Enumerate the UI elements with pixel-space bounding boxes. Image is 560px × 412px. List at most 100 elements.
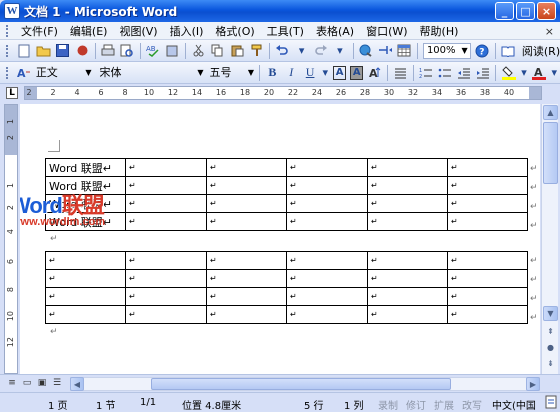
table-cell[interactable]: ↵ [206, 176, 287, 195]
table-1[interactable]: Word 联盟↵ ↵ ↵ ↵ ↵ ↵ Word 联盟↵ ↵ ↵ ↵ ↵ ↵ Word 联盟↵ ↵ ↵ ↵ ↵ ↵ W… [45, 158, 528, 231]
font-color-icon[interactable]: A [532, 65, 547, 81]
chevron-down-icon[interactable]: ▼ [197, 65, 203, 81]
table-cell[interactable]: ↵ [286, 176, 368, 195]
tables-borders-icon[interactable] [378, 43, 393, 59]
table-cell[interactable]: ↵ [367, 194, 448, 213]
print-preview-icon[interactable] [120, 43, 135, 59]
toolbar-grip[interactable] [6, 66, 9, 79]
copy-icon[interactable] [210, 43, 225, 59]
next-page-icon[interactable]: ⇟ [543, 356, 558, 371]
toolbar-grip[interactable] [6, 44, 9, 57]
vertical-scrollbar[interactable]: ▲ ▼ ⇞ ● ⇟ [541, 104, 558, 374]
undo-icon[interactable] [275, 43, 290, 59]
numbering-icon[interactable]: 12 [419, 65, 434, 81]
chevron-down-icon[interactable]: ▼ [85, 65, 91, 81]
table-cell[interactable]: ↵ [367, 269, 448, 288]
table-cell[interactable]: ↵ [286, 158, 368, 177]
menu-view[interactable]: 视图(V) [113, 23, 163, 39]
format-painter-icon[interactable] [249, 43, 264, 59]
menu-edit[interactable]: 编辑(E) [64, 23, 114, 39]
character-shading-icon[interactable]: A [350, 65, 364, 80]
table-cell[interactable]: ↵ [447, 269, 528, 288]
scroll-right-icon[interactable]: ▶ [526, 377, 540, 391]
read-mode-icon[interactable] [501, 43, 516, 59]
chevron-down-icon[interactable]: ▼ [248, 65, 254, 81]
undo-dropdown-icon[interactable]: ▾ [294, 43, 309, 59]
table-cell[interactable]: ↵ [125, 212, 207, 231]
decrease-indent-icon[interactable] [457, 65, 472, 81]
cut-icon[interactable] [191, 43, 206, 59]
vertical-scroll-thumb[interactable] [543, 122, 558, 184]
table-cell[interactable]: ↵ [286, 251, 368, 270]
tab-selector[interactable]: L [6, 87, 18, 99]
bold-button[interactable]: B [265, 65, 280, 81]
table-cell[interactable]: ↵ [206, 194, 287, 213]
table-cell[interactable]: ↵ [367, 176, 448, 195]
chevron-down-icon[interactable]: ▼ [461, 44, 467, 58]
table-cell[interactable]: ↵ [447, 194, 528, 213]
table-cell[interactable]: ↵ [125, 158, 207, 177]
outline-view-icon[interactable]: ☰ [51, 377, 63, 389]
help-icon[interactable]: ? [475, 43, 490, 59]
spelling-status-icon[interactable] [545, 395, 557, 412]
table-cell[interactable]: ↵ [367, 305, 448, 324]
menu-file[interactable]: 文件(F) [15, 23, 64, 39]
underline-dropdown-icon[interactable]: ▾ [322, 65, 329, 81]
status-overtype[interactable]: 改写 [462, 397, 482, 412]
research-icon[interactable] [165, 43, 180, 59]
table-cell[interactable]: ↵ [286, 287, 368, 306]
table-cell[interactable]: ↵ [447, 158, 528, 177]
styles-pane-icon[interactable]: A [17, 65, 32, 81]
menu-insert[interactable]: 插入(I) [164, 23, 210, 39]
zoom-select[interactable]: 100% ▼ [422, 42, 471, 59]
open-folder-icon[interactable] [36, 43, 51, 59]
table-cell[interactable]: ↵ [286, 194, 368, 213]
close-button[interactable]: × [537, 2, 556, 20]
increase-indent-icon[interactable] [476, 65, 491, 81]
web-view-icon[interactable]: ▭ [21, 377, 33, 389]
table-2[interactable]: ↵ ↵ ↵ ↵ ↵ ↵ ↵ ↵ ↵ ↵ ↵ ↵ ↵ ↵ ↵ ↵ ↵ ↵ ↵ ↵ ↵ ↵ ↵ ↵ [45, 251, 528, 324]
maximize-button[interactable]: □ [516, 2, 535, 20]
horizontal-scroll-thumb[interactable] [151, 378, 451, 390]
table-cell[interactable]: ↵ [447, 212, 528, 231]
table-cell[interactable]: ↵ [45, 269, 126, 288]
highlight-icon[interactable] [501, 65, 516, 81]
table-cell[interactable]: Word 联盟↵ [45, 158, 126, 177]
status-track-changes[interactable]: 修订 [406, 397, 426, 412]
table-cell[interactable]: ↵ [286, 269, 368, 288]
highlight-dropdown-icon[interactable]: ▾ [520, 65, 527, 81]
menu-help[interactable]: 帮助(H) [414, 23, 465, 39]
character-border-icon[interactable]: A [332, 65, 347, 80]
table-cell[interactable]: ↵ [447, 251, 528, 270]
spelling-icon[interactable]: AB [146, 43, 161, 59]
menu-table[interactable]: 表格(A) [310, 23, 360, 39]
table-cell[interactable]: ↵ [206, 158, 287, 177]
style-select[interactable]: 正文 ▼ [36, 65, 94, 81]
font-select[interactable]: 宋体 ▼ [99, 65, 205, 81]
normal-view-icon[interactable]: ≡ [6, 377, 18, 389]
close-document-button[interactable]: × [545, 25, 554, 38]
redo-dropdown-icon[interactable]: ▾ [332, 43, 347, 59]
read-mode-button[interactable]: 阅读(R) [522, 43, 560, 59]
table-cell[interactable]: ↵ [45, 251, 126, 270]
save-icon[interactable] [55, 43, 70, 59]
font-size-select[interactable]: 五号 ▼ [209, 65, 256, 81]
menu-window[interactable]: 窗口(W) [360, 23, 413, 39]
table-cell[interactable]: ↵ [206, 305, 287, 324]
redo-icon[interactable] [313, 43, 328, 59]
character-scale-icon[interactable]: A [367, 65, 382, 81]
table-cell[interactable]: ↵ [367, 212, 448, 231]
table-cell[interactable]: ↵ [286, 305, 368, 324]
font-color-dropdown-icon[interactable]: ▾ [551, 65, 558, 81]
menu-format[interactable]: 格式(O) [209, 23, 260, 39]
table-cell[interactable]: ↵ [367, 251, 448, 270]
new-document-icon[interactable] [17, 43, 32, 59]
table-cell[interactable]: ↵ [286, 212, 368, 231]
previous-page-icon[interactable]: ⇞ [543, 324, 558, 339]
document-page[interactable]: Word 联盟↵ ↵ ↵ ↵ ↵ ↵ Word 联盟↵ ↵ ↵ ↵ ↵ ↵ Word 联盟↵ ↵ ↵ ↵ ↵ ↵ W… [20, 104, 540, 374]
table-cell[interactable]: ↵ [125, 287, 207, 306]
table-cell[interactable]: ↵ [447, 287, 528, 306]
horizontal-ruler[interactable]: 2 2 4 6 8 10 12 14 16 18 20 22 24 26 28 … [24, 86, 542, 100]
table-cell[interactable]: ↵ [206, 269, 287, 288]
status-record[interactable]: 录制 [378, 397, 398, 412]
